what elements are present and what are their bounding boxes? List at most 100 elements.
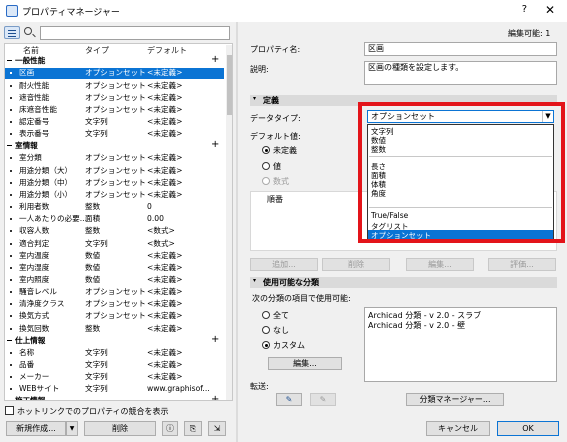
property-default: <未定義> [147, 129, 183, 139]
table-row[interactable]: 表示番号 文字列 <未定義> [5, 129, 224, 139]
property-name: 遮音性能 [19, 92, 50, 102]
table-row[interactable]: 騒音レベル オプションセット <未定義> [5, 287, 224, 297]
table-row[interactable]: 名称 文字列 <未定義> [5, 348, 224, 358]
column-type[interactable]: タイプ [85, 45, 109, 56]
group-name: 室情報 [15, 141, 38, 151]
property-name: 用途分類（大） [19, 165, 73, 175]
scrollbar-thumb[interactable] [227, 55, 232, 115]
edit-option-button[interactable]: 編集... [406, 258, 474, 271]
classification-manager-button[interactable]: 分類マネージャー... [406, 393, 504, 406]
table-row[interactable]: 清浄度クラス オプションセット <未定義> [5, 299, 224, 309]
export-icon[interactable]: ⇲ [208, 421, 226, 436]
classification-list[interactable]: Archicad 分類 - v 2.0 - スラブ Archicad 分類 - … [364, 307, 557, 382]
table-row[interactable]: 用途分類（大） オプションセット <未定義> [5, 166, 224, 176]
radio-all[interactable] [262, 311, 270, 319]
table-row[interactable]: 室分類 オプションセット <未定義> [5, 153, 224, 163]
info-icon[interactable]: ⓘ [162, 421, 178, 436]
bullet-icon [10, 266, 12, 269]
radio-undefined[interactable] [262, 146, 270, 154]
classification-item[interactable]: Archicad 分類 - v 2.0 - 壁 [368, 320, 465, 331]
ok-button[interactable]: OK [497, 421, 559, 436]
table-row[interactable]: 用途分類（中） オプションセット <未定義> [5, 178, 224, 188]
chevron-down-icon: ▾ [253, 95, 257, 102]
collapse-icon[interactable] [7, 60, 12, 62]
radio-custom[interactable] [262, 341, 270, 349]
bullet-icon [10, 96, 12, 99]
group-row[interactable]: 室情報 + [5, 140, 224, 151]
collapse-icon[interactable] [7, 339, 12, 341]
radio-none[interactable] [262, 326, 270, 334]
property-type: オプションセット [85, 68, 146, 78]
add-option-button[interactable]: 追加... [250, 258, 318, 271]
table-row[interactable]: 収容人数 整数 <数式> [5, 226, 224, 236]
table-row[interactable]: WEBサイト 文字列 www.graphisof... [5, 384, 224, 394]
delete-property-button[interactable]: 削除 [84, 421, 156, 436]
tree-view-toggle-icon[interactable] [4, 26, 20, 39]
table-row[interactable]: 遮音性能 オプションセット <未定義> [5, 93, 224, 103]
table-row[interactable]: 室内湿度 数値 <未定義> [5, 263, 224, 273]
bullet-icon [10, 254, 12, 257]
property-type: 文字列 [85, 347, 108, 357]
property-default: www.graphisof... [147, 384, 210, 394]
property-type: 数値 [85, 250, 101, 260]
table-row[interactable]: 区画 オプションセット <未定義> [5, 68, 224, 79]
property-name-input[interactable]: 区画 [364, 42, 557, 56]
table-row[interactable]: 室内照度 数値 <未定義> [5, 275, 224, 285]
property-type: オプションセット [85, 92, 146, 102]
property-name: 利用者数 [19, 202, 50, 211]
table-row[interactable]: 換気回数 整数 <未定義> [5, 324, 224, 334]
property-type: オプションセット [85, 153, 146, 163]
edit-classification-button[interactable]: 編集... [268, 357, 342, 370]
cancel-button[interactable]: キャンセル [426, 421, 490, 436]
table-row[interactable]: メーカー 文字列 <未定義> [5, 372, 224, 382]
table-row[interactable]: 利用者数 整数 0 [5, 202, 224, 212]
table-row[interactable]: 耐火性能 オプションセット <未定義> [5, 81, 224, 91]
add-property-icon[interactable]: + [211, 334, 219, 345]
radio-formula[interactable] [262, 177, 270, 185]
help-button[interactable]: ? [522, 4, 527, 15]
table-row[interactable]: 換気方式 オプションセット <未定義> [5, 311, 224, 321]
table-row[interactable]: 用途分類（小） オプションセット <未定義> [5, 190, 224, 200]
eyedropper-icon[interactable]: ✎ [276, 393, 302, 406]
hotlink-conflict-checkbox[interactable] [5, 406, 14, 415]
column-default[interactable]: デフォルト [147, 45, 187, 56]
table-row[interactable]: 認定番号 文字列 <未定義> [5, 117, 224, 127]
bullet-icon [10, 193, 12, 196]
table-row[interactable]: 品番 文字列 <未定義> [5, 360, 224, 370]
table-row[interactable]: 一人あたりの必要... 面積 0.00 [5, 214, 224, 224]
group-row[interactable]: 施工情報 + [5, 395, 224, 401]
close-button[interactable]: ✕ [545, 3, 555, 17]
search-icon [24, 27, 32, 35]
column-name[interactable]: 名前 [23, 45, 39, 56]
classification-section[interactable]: ▾ 使用可能な分類 [250, 277, 557, 288]
add-property-icon[interactable]: + [211, 55, 219, 65]
property-type: オプションセット [85, 177, 146, 187]
property-default: <未定義> [147, 68, 183, 78]
property-default: <未定義> [147, 165, 183, 175]
pane-splitter[interactable] [236, 22, 238, 442]
collapse-icon[interactable] [7, 145, 12, 147]
new-button[interactable]: 新規作成... [6, 421, 66, 436]
new-dropdown-chevron-icon[interactable]: ▼ [66, 421, 78, 436]
group-row[interactable]: 仕上情報 + [5, 334, 224, 346]
group-row[interactable]: 一般性能 + [5, 55, 224, 66]
collapse-icon[interactable] [7, 400, 12, 401]
radio-value[interactable] [262, 162, 270, 170]
hotlink-conflict-label: ホットリンクでのプロパティの競合を表示 [17, 407, 169, 416]
property-default: <未定義> [147, 262, 183, 272]
table-row[interactable]: 室内温度 数値 <未定義> [5, 251, 224, 261]
search-input[interactable] [40, 26, 230, 40]
table-row[interactable]: 適合判定 文字列 <数式> [5, 239, 224, 249]
list-scrollbar[interactable] [226, 45, 232, 400]
syringe-icon[interactable]: ✎ [310, 393, 336, 406]
table-row[interactable]: 床遮音性能 オプションセット <未定義> [5, 105, 224, 115]
description-input[interactable]: 区画の種類を設定します。 [364, 61, 557, 85]
default-value-label: デフォルト値: [250, 132, 301, 141]
add-property-icon[interactable]: + [211, 140, 219, 150]
property-name: 騒音レベル [19, 287, 57, 297]
add-property-icon[interactable]: + [211, 395, 219, 400]
evaluate-button[interactable]: 評価... [488, 258, 556, 271]
import-icon[interactable]: ⎘ [184, 421, 202, 436]
group-name: 施工情報 [15, 396, 46, 401]
delete-option-button[interactable]: 削除 [322, 258, 390, 271]
